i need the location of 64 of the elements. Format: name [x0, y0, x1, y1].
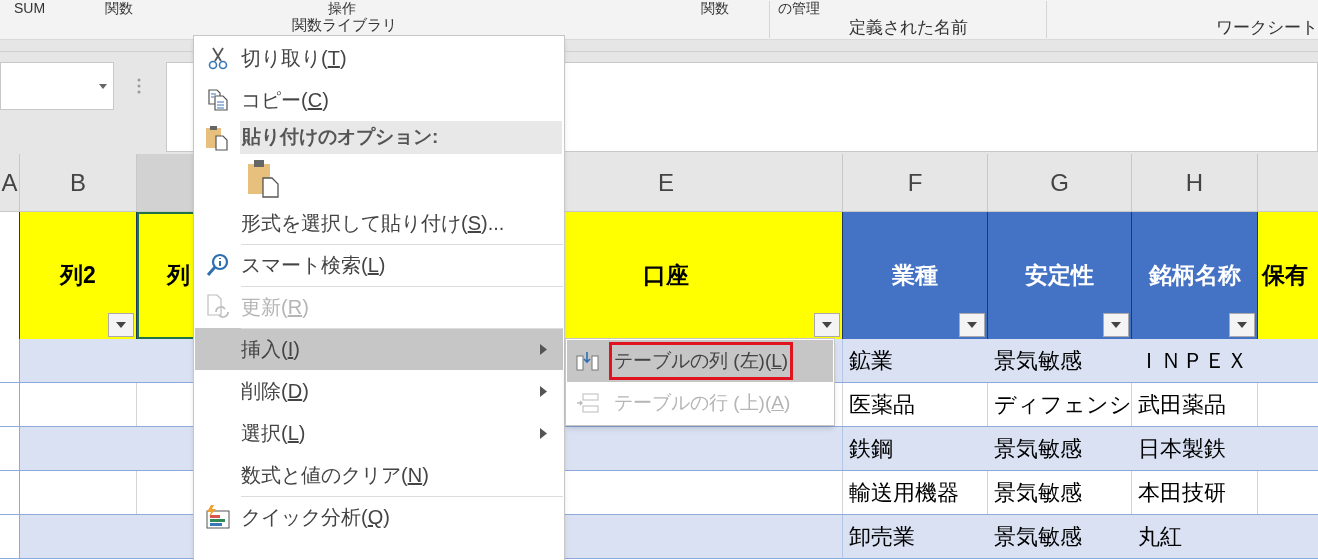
- chart-icon: [205, 505, 231, 529]
- caret-icon: [822, 322, 832, 328]
- column-title: 銘柄名称: [1148, 261, 1241, 291]
- caret-icon: [967, 322, 977, 328]
- menu-heading: 貼り付けのオプション:: [240, 121, 562, 154]
- table-cell-text: 鉄鋼: [849, 435, 893, 463]
- menu-item[interactable]: 数式と値のクリア(N): [195, 454, 563, 496]
- ribbon-label[interactable]: 操作: [328, 1, 357, 15]
- refresh-icon: [206, 294, 230, 320]
- grip-icon: [137, 78, 141, 94]
- table-cell-text: 景気敏感: [994, 435, 1082, 463]
- group-label: 関数ライブラリ: [292, 16, 397, 33]
- table-cell-text: ＩＮＰＥＸ: [1138, 347, 1248, 375]
- table-cell-text: 景気敏感: [994, 479, 1082, 507]
- menu-item[interactable]: 挿入(I): [195, 328, 563, 370]
- group-label: 定義された名前: [848, 18, 968, 38]
- scissors-icon: [208, 46, 228, 70]
- table-cell-text: 医薬品: [849, 391, 915, 419]
- filter-button[interactable]: [814, 313, 840, 337]
- group-label: ワークシート: [1216, 18, 1318, 38]
- caret-icon: [1237, 322, 1247, 328]
- table-cell-text: 景気敏感: [994, 347, 1082, 375]
- table-cell-text: 景気敏感: [994, 523, 1082, 551]
- column-title: 列: [167, 261, 190, 291]
- dropdown-caret-icon: [99, 83, 107, 89]
- table-cell-text: 本田技研: [1138, 479, 1226, 507]
- menu-item[interactable]: 切り取り(T): [195, 37, 563, 79]
- filter-button[interactable]: [108, 313, 134, 337]
- column-title: 列2: [60, 261, 96, 291]
- magnifier-icon: [206, 253, 230, 277]
- table-cell-text: ディフェンシ: [994, 391, 1132, 419]
- table-cell-text: 丸紅: [1138, 523, 1182, 551]
- table-cell-text: 鉱業: [849, 347, 893, 375]
- copy-icon: [207, 89, 229, 111]
- filter-button[interactable]: [1229, 313, 1255, 337]
- column-title: 業種: [892, 261, 938, 291]
- filter-button[interactable]: [1103, 313, 1129, 337]
- caret-icon: [116, 322, 126, 328]
- table-cell-text: 日本製鉄: [1138, 435, 1226, 463]
- table-cell-text: 卸売業: [849, 523, 915, 551]
- ribbon-label[interactable]: SUM: [14, 1, 46, 15]
- menu-item[interactable]: 選択(L): [195, 412, 563, 454]
- ribbon-label[interactable]: の管理: [778, 1, 820, 15]
- ribbon-label[interactable]: 関数: [105, 1, 134, 15]
- clipboard-icon: [205, 124, 229, 151]
- menu-item[interactable]: スマート検索(L): [195, 244, 563, 286]
- submenu-arrow-icon: [540, 427, 547, 439]
- menu-item[interactable]: クイック分析(Q): [195, 496, 563, 538]
- ribbon-label[interactable]: 関数: [701, 1, 730, 15]
- column-header[interactable]: A: [0, 154, 20, 211]
- caret-icon: [1111, 322, 1121, 328]
- menu-item[interactable]: 削除(D): [195, 370, 563, 412]
- insert-column-icon: [576, 351, 600, 371]
- menu-item[interactable]: テーブルの列 (左)(L): [567, 340, 833, 382]
- submenu-arrow-icon: [540, 385, 547, 397]
- table-cell-text: 輸送用機器: [849, 479, 959, 507]
- table-cell-text: 武田薬品: [1138, 391, 1226, 419]
- filter-button[interactable]: [959, 313, 985, 337]
- menu-item[interactable]: コピー(C): [195, 79, 563, 121]
- column-title: 口座: [643, 261, 689, 291]
- column-title: 保有: [1262, 261, 1308, 291]
- insert-row-icon: [576, 393, 600, 413]
- column-title: 安定性: [1025, 261, 1094, 291]
- submenu-arrow-icon: [540, 343, 547, 355]
